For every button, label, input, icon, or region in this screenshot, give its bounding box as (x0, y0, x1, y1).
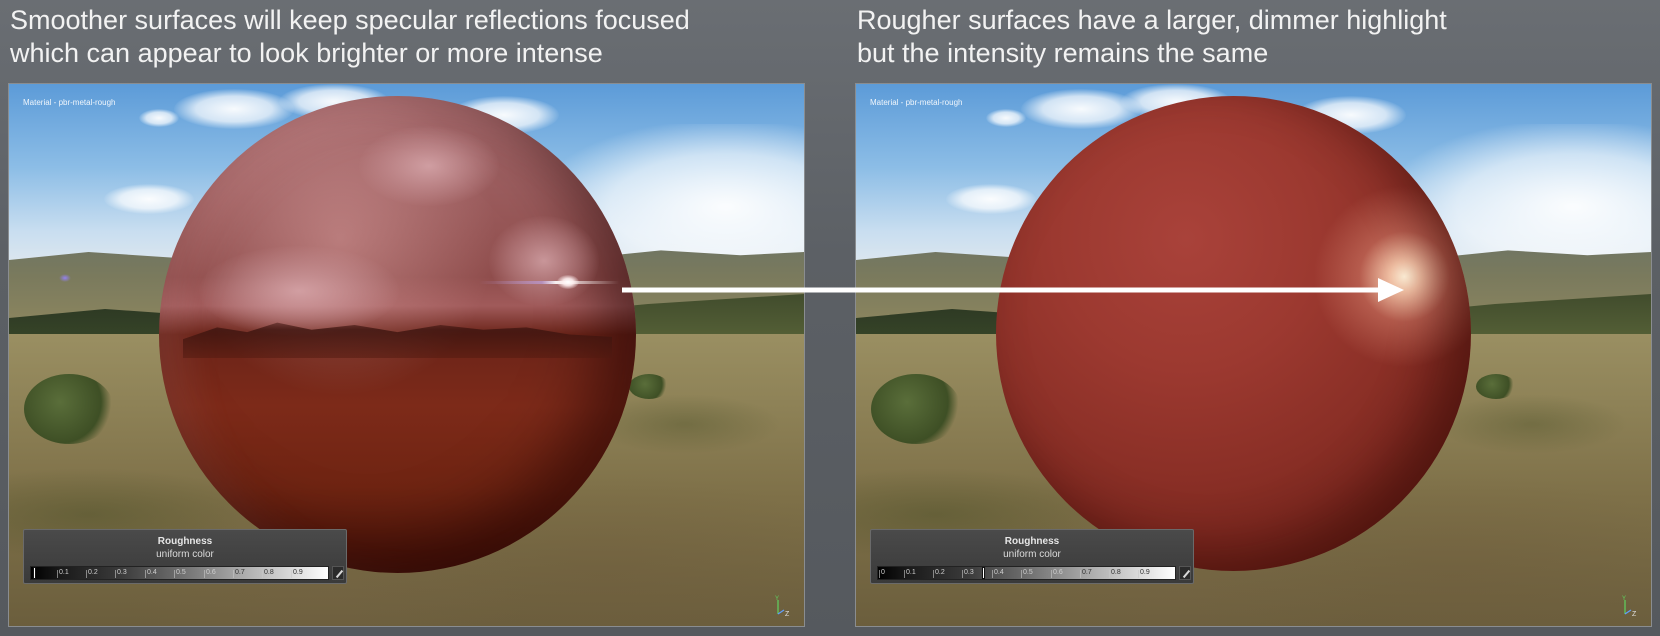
slider-tick: 0.2 (86, 569, 98, 578)
roughness-panel-title: Roughness (157, 536, 213, 547)
slider-tick: 0 (879, 569, 885, 578)
material-label: Material - pbr-metal-rough (870, 98, 963, 107)
cloud (946, 184, 1036, 214)
slider-tick: 0.4 (145, 569, 157, 578)
reflected-cloud (489, 216, 599, 306)
bush (629, 374, 669, 399)
roughness-slider[interactable]: 0 0.1 0.2 0.3 0.4 0.5 0.6 0.7 0.8 0.9 (877, 566, 1176, 580)
cloud (986, 109, 1026, 127)
slider-tick: 0.7 (1080, 569, 1092, 578)
reflected-cloud (199, 246, 399, 336)
roughness-panel: Roughness uniform color 0.1 0.2 0.3 0.4 … (23, 529, 347, 584)
slider-tick: 0.2 (933, 569, 945, 578)
roughness-panel-subtitle: uniform color (156, 549, 214, 560)
slider-tick: 0.6 (204, 569, 216, 578)
axis-y-label: Y (775, 596, 779, 602)
slider-tick: 0.6 (1051, 569, 1063, 578)
slider-tick: 0.1 (904, 569, 916, 578)
bush (24, 374, 114, 444)
axis-y-label: Y (1622, 596, 1626, 602)
pencil-icon[interactable] (1179, 566, 1191, 580)
caption-smoother-line2: which can appear to look brighter or mor… (10, 38, 603, 68)
slider-tick: 0.9 (1138, 569, 1150, 578)
cloud (139, 109, 179, 127)
roughness-slider-handle[interactable] (33, 567, 36, 579)
roughness-slider-handle[interactable] (982, 567, 985, 579)
caption-rougher: Rougher surfaces have a larger, dimmer h… (857, 4, 1447, 70)
slider-tick: 0.5 (174, 569, 186, 578)
slider-tick: 0.4 (992, 569, 1004, 578)
slider-tick: 0.8 (262, 569, 274, 578)
caption-rougher-line2: but the intensity remains the same (857, 38, 1269, 68)
reflected-cloud (359, 126, 499, 206)
cloud (174, 89, 294, 129)
roughness-slider[interactable]: 0.1 0.2 0.3 0.4 0.5 0.6 0.7 0.8 0.9 (30, 566, 329, 580)
bush (1476, 374, 1516, 399)
caption-rougher-line1: Rougher surfaces have a larger, dimmer h… (857, 5, 1447, 35)
lens-streak (479, 281, 619, 284)
roughness-panel-subtitle: uniform color (1003, 549, 1061, 560)
caption-smoother-line1: Smoother surfaces will keep specular ref… (10, 5, 690, 35)
slider-tick: 0.3 (115, 569, 127, 578)
slider-tick: 0.3 (962, 569, 974, 578)
pencil-icon[interactable] (332, 566, 344, 580)
axis-gizmo-icon: Y Z (1622, 596, 1637, 618)
glossy-sphere (159, 96, 636, 573)
viewport-rough[interactable]: Material - pbr-metal-rough Roughness uni… (855, 83, 1652, 627)
slider-tick: 0.8 (1109, 569, 1121, 578)
axis-gizmo-icon: Y Z (775, 596, 790, 618)
cloud (104, 184, 194, 214)
roughness-panel: Roughness uniform color 0 0.1 0.2 0.3 0.… (870, 529, 1194, 584)
specular-highlight-small (557, 275, 579, 289)
slider-tick: 0.7 (233, 569, 245, 578)
caption-smoother: Smoother surfaces will keep specular ref… (10, 4, 690, 70)
slider-tick: 0.5 (1021, 569, 1033, 578)
axis-z-label: Z (785, 611, 790, 618)
slider-tick: 0.9 (291, 569, 303, 578)
roughness-panel-title: Roughness (1004, 536, 1060, 547)
lens-glint (59, 274, 71, 282)
material-label: Material - pbr-metal-rough (23, 98, 116, 107)
viewport-smooth[interactable]: Material - pbr-metal-rough Roughness uni… (8, 83, 805, 627)
slider-tick: 0.1 (57, 569, 69, 578)
axis-z-label: Z (1632, 611, 1637, 618)
rough-sphere (996, 96, 1471, 571)
bush (871, 374, 961, 444)
